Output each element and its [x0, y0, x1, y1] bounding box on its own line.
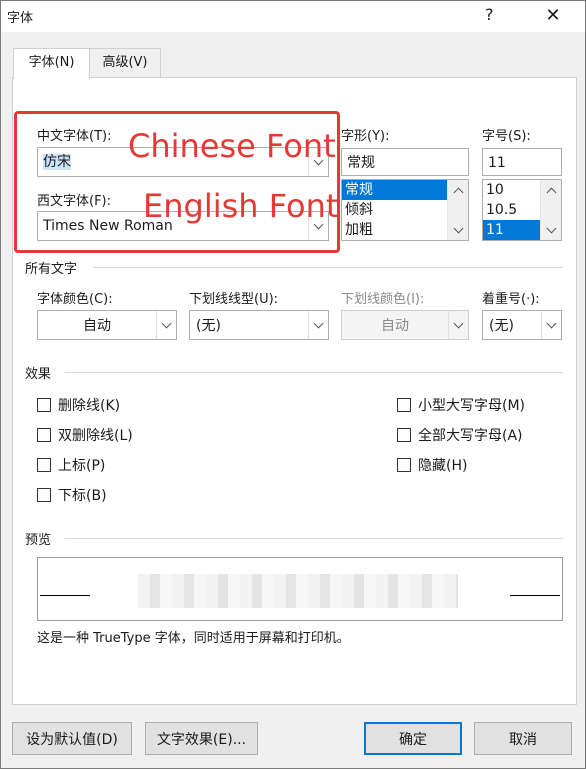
style-label: 字形(Y): [341, 129, 390, 144]
annotation-chinese-font: Chinese Font [128, 127, 336, 165]
superscript-checkbox[interactable]: 上标(P) [37, 455, 105, 475]
small-caps-checkbox[interactable]: 小型大写字母(M) [397, 395, 525, 415]
set-default-label: 设为默认值(D) [26, 731, 118, 748]
emphasis-value: (无) [489, 318, 514, 334]
chevron-down-icon [453, 318, 464, 328]
chevron-down-icon [546, 223, 556, 233]
emphasis-dropdown[interactable]: (无) [482, 310, 562, 340]
checkbox-label: 隐藏(H) [418, 458, 468, 474]
checkbox-label: 删除线(K) [58, 398, 121, 414]
size-list[interactable]: 10 10.5 11 [482, 179, 562, 241]
help-button[interactable]: ? [485, 5, 494, 24]
size-scrollbar[interactable] [540, 180, 561, 240]
checkbox-box[interactable] [397, 428, 411, 442]
size-label: 字号(S): [482, 129, 531, 144]
preview-sample-text [138, 574, 458, 608]
chevron-up-icon [546, 187, 556, 197]
checkbox-label: 上标(P) [58, 458, 106, 474]
hidden-checkbox[interactable]: 隐藏(H) [397, 455, 467, 475]
checkbox-box[interactable] [37, 398, 51, 412]
size-value: 11 [488, 155, 506, 171]
preview-note: 这是一种 TrueType 字体，同时适用于屏幕和打印机。 [37, 631, 350, 646]
chevron-down-icon [161, 318, 172, 328]
preview-box [37, 557, 563, 621]
subscript-checkbox[interactable]: 下标(B) [37, 485, 107, 505]
chevron-down-icon [313, 318, 324, 328]
scroll-up-button[interactable] [541, 180, 561, 200]
style-list[interactable]: 常规 倾斜 加粗 [341, 179, 469, 241]
close-button[interactable]: ✕ [535, 3, 571, 29]
size-input[interactable]: 11 [482, 148, 562, 176]
text-effects-label: 文字效果(E)... [156, 731, 247, 748]
checkbox-box[interactable] [397, 458, 411, 472]
scroll-up-button[interactable] [448, 180, 468, 200]
style-value: 常规 [347, 155, 375, 171]
text-effects-button[interactable]: 文字效果(E)... [145, 722, 258, 755]
tab-advanced[interactable]: 高级(V) [89, 48, 161, 78]
checkbox-box[interactable] [397, 398, 411, 412]
checkbox-box[interactable] [37, 428, 51, 442]
font-color-value: 自动 [83, 318, 111, 334]
preview-baseline-left [40, 595, 90, 596]
ok-label: 确定 [399, 731, 427, 748]
checkbox-label: 双删除线(L) [58, 428, 133, 444]
tab-font[interactable]: 字体(N) [13, 48, 90, 79]
strikethrough-checkbox[interactable]: 删除线(K) [37, 395, 120, 415]
divider [93, 267, 563, 268]
underline-style-value: (无) [196, 318, 221, 334]
tab-font-label: 字体(N) [28, 55, 75, 70]
scroll-down-button[interactable] [541, 220, 561, 240]
tab-advanced-label: 高级(V) [102, 55, 148, 70]
font-color-dropdown-button[interactable] [156, 311, 176, 339]
emphasis-label: 着重号(·): [482, 292, 540, 307]
title-bar: 字体 ? ✕ [1, 1, 585, 32]
underline-style-label: 下划线线型(U): [189, 292, 279, 307]
underline-style-dropdown-button[interactable] [308, 311, 328, 339]
all-caps-checkbox[interactable]: 全部大写字母(A) [397, 425, 523, 445]
preview-baseline-right [510, 595, 560, 596]
chevron-down-icon [453, 223, 463, 233]
scroll-down-button[interactable] [448, 220, 468, 240]
double-strikethrough-checkbox[interactable]: 双删除线(L) [37, 425, 133, 445]
effects-section-label: 效果 [25, 367, 52, 382]
underline-style-dropdown[interactable]: (无) [189, 310, 329, 340]
checkbox-label: 全部大写字母(A) [418, 428, 523, 444]
underline-color-dropdown-button [448, 311, 468, 339]
underline-color-dropdown: 自动 [341, 310, 469, 340]
all-text-section-label: 所有文字 [25, 262, 78, 277]
checkbox-label: 下标(B) [58, 488, 107, 504]
ok-button[interactable]: 确定 [364, 722, 462, 755]
emphasis-dropdown-button[interactable] [541, 311, 561, 339]
style-input[interactable]: 常规 [341, 148, 469, 176]
checkbox-box[interactable] [37, 488, 51, 502]
divider [65, 538, 563, 539]
font-dialog: 字体 ? ✕ 字体(N) 高级(V) 中文字体(T): 仿宋 西文字体(F): … [0, 0, 586, 769]
font-color-label: 字体颜色(C): [37, 292, 113, 307]
dialog-title: 字体 [7, 11, 34, 26]
cancel-label: 取消 [509, 731, 537, 748]
cancel-button[interactable]: 取消 [474, 722, 572, 755]
style-scrollbar[interactable] [447, 180, 468, 240]
underline-color-value: 自动 [381, 318, 409, 334]
underline-color-label: 下划线颜色(I): [341, 292, 425, 307]
checkbox-box[interactable] [37, 458, 51, 472]
checkbox-label: 小型大写字母(M) [418, 398, 526, 414]
divider [65, 372, 563, 373]
annotation-english-font: English Font [143, 187, 339, 225]
chevron-down-icon [546, 318, 557, 328]
font-color-dropdown[interactable]: 自动 [37, 310, 177, 340]
set-default-button[interactable]: 设为默认值(D) [12, 722, 132, 755]
chevron-up-icon [453, 187, 463, 197]
preview-section-label: 预览 [25, 533, 52, 548]
